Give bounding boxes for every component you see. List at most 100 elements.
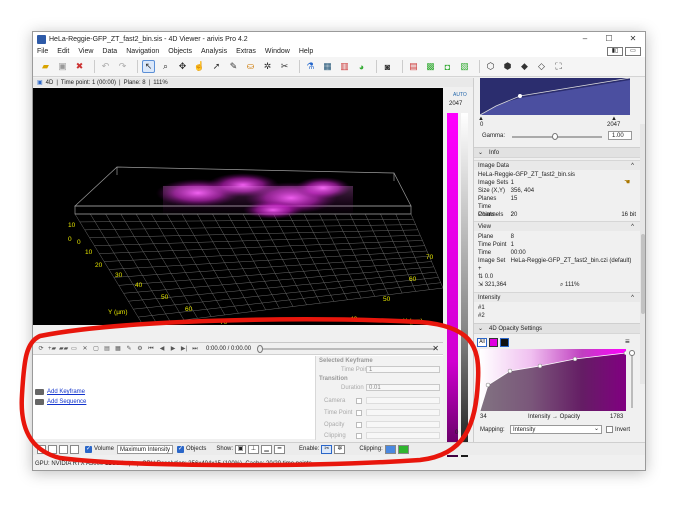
menu-navigation[interactable]: Navigation [126, 48, 159, 55]
movie-icon[interactable]: ▩ [424, 60, 437, 73]
lut-auto-button[interactable]: AUTO [453, 92, 467, 98]
enable-clip-icon[interactable]: ✂ [321, 444, 333, 454]
time-point-field[interactable]: 1 [366, 366, 440, 373]
last-frame-icon[interactable]: ⏭ [191, 345, 199, 353]
opacity-curve-graph[interactable] [480, 349, 626, 411]
table-icon[interactable]: ▦ [321, 60, 334, 73]
close-button[interactable]: ✕ [621, 32, 645, 46]
magic-select-icon[interactable]: ➚ [210, 60, 223, 73]
menu-help[interactable]: Help [299, 48, 313, 55]
info-scrollbar[interactable] [640, 124, 645, 384]
export-image-icon[interactable]: ▤ [407, 60, 420, 73]
animation-close-icon[interactable]: ✕ [432, 344, 439, 353]
color-wheel-icon[interactable]: ◕ [355, 60, 368, 73]
copy-icon[interactable]: ▢ [92, 345, 100, 353]
show-floor-icon[interactable]: ▁ [261, 444, 273, 454]
cube-rotate-icon[interactable]: ⬢ [501, 60, 514, 73]
menu-file[interactable]: File [37, 48, 48, 55]
edit-icon[interactable]: ✎ [125, 345, 133, 353]
channel-magenta-swatch[interactable] [489, 338, 498, 347]
maximize-button[interactable]: ☐ [597, 32, 621, 46]
chart-icon[interactable]: ▥ [338, 60, 351, 73]
layout-single-icon[interactable]: ▭ [625, 47, 641, 56]
minimize-button[interactable]: – [573, 32, 597, 46]
cube-solid-icon[interactable]: ◆ [518, 60, 531, 73]
pan-icon[interactable]: ✥ [176, 60, 189, 73]
gamma-slider-knob[interactable] [552, 133, 558, 140]
mapping-select[interactable]: Intensity [510, 425, 602, 434]
info-icon[interactable] [59, 444, 68, 454]
menu-window[interactable]: Window [265, 48, 290, 55]
add-keyframe-link[interactable]: Add Keyframe [35, 389, 85, 395]
play-icon[interactable]: ▶ [169, 345, 177, 353]
brush-icon[interactable]: ✎ [227, 60, 240, 73]
add-sequence-link[interactable]: Add Sequence [35, 399, 86, 405]
menu-data[interactable]: Data [102, 48, 117, 55]
camera-checkbox[interactable] [356, 398, 362, 404]
volume-mode-select[interactable]: Maximum Intensity [117, 444, 174, 454]
view-header[interactable]: View ^ [474, 221, 640, 231]
camera-icon[interactable]: ◘ [441, 60, 454, 73]
viewport-3d[interactable]: 10 0 0 10 20 30 40 50 60 70 70 60 50 40 … [33, 88, 443, 325]
info-scrollbar-thumb[interactable] [641, 234, 645, 314]
redo-icon[interactable]: ↷ [116, 60, 129, 73]
snapshot-icon[interactable]: ◙ [381, 60, 394, 73]
show-scale-icon[interactable]: ━ [274, 444, 286, 454]
first-frame-icon[interactable]: ⏮ [147, 345, 155, 353]
lut-gray-bar[interactable] [461, 113, 468, 468]
pointer-icon[interactable]: ↖ [142, 60, 155, 73]
timeline-slider-knob[interactable] [257, 345, 263, 353]
add-keyframe-icon[interactable]: +▰ [48, 345, 56, 353]
fit-view-icon[interactable]: ⛶ [552, 60, 565, 73]
clipping-green-icon[interactable] [397, 444, 409, 454]
export-icon[interactable]: ▦ [114, 345, 122, 353]
next-frame-icon[interactable]: ▶| [180, 345, 188, 353]
menu-extras[interactable]: Extras [236, 48, 256, 55]
menu-objects[interactable]: Objects [168, 48, 192, 55]
info-section-header[interactable]: ⌄ Info [474, 147, 640, 158]
cube-frame-icon[interactable]: ◇ [535, 60, 548, 73]
close-doc-icon[interactable]: ✖ [73, 60, 86, 73]
camera-dropdown[interactable] [366, 397, 440, 404]
opacity-slider-knob[interactable] [629, 350, 635, 356]
film-icon[interactable]: ▧ [458, 60, 471, 73]
add-keyframe-text[interactable]: Add Keyframe [47, 389, 85, 395]
volume-checkbox[interactable]: ✓ [85, 445, 92, 453]
clipping-blue-icon[interactable] [384, 444, 396, 454]
fill-icon[interactable]: ⛀ [244, 60, 257, 73]
opacity-vertical-slider[interactable] [629, 350, 635, 408]
time-point-dropdown[interactable] [366, 409, 440, 416]
opacity-section-header[interactable]: ⌄ 4D Opacity Settings [474, 323, 640, 334]
save-icon[interactable]: ▣ [56, 60, 69, 73]
flask-icon[interactable]: ⚗ [304, 60, 317, 73]
gamma-slider[interactable] [512, 133, 602, 140]
show-box-icon[interactable]: ▣ [235, 444, 247, 454]
measure-icon[interactable]: ✂ [278, 60, 291, 73]
open-folder-icon[interactable]: ▰ [39, 60, 52, 73]
cube-view-icon[interactable] [48, 444, 57, 454]
record-icon[interactable]: ▤ [103, 345, 111, 353]
settings-icon[interactable]: ⚙ [136, 345, 144, 353]
add-sequence-icon[interactable]: ▰▰ [59, 345, 68, 353]
image-data-header[interactable]: Image Data ^ [474, 160, 640, 170]
reset-icon[interactable]: ⟳ [37, 345, 45, 353]
tracking-icon[interactable]: ✲ [261, 60, 274, 73]
zoom-icon[interactable]: ⌕ [159, 60, 172, 73]
invert-checkbox[interactable] [606, 426, 613, 433]
clipping-dropdown[interactable] [366, 432, 440, 439]
hand-icon[interactable]: ☚ [624, 178, 630, 186]
delete-icon[interactable]: ✕ [81, 345, 89, 353]
all-channels-toggle[interactable]: All [477, 338, 487, 347]
layout-split-icon[interactable]: ▮▯ [607, 47, 623, 56]
select-icon[interactable]: ☝ [193, 60, 206, 73]
screen-icon[interactable] [70, 444, 79, 454]
show-axes-icon[interactable]: ⊥ [248, 444, 260, 454]
menu-edit[interactable]: Edit [57, 48, 69, 55]
menu-view[interactable]: View [78, 48, 93, 55]
prev-frame-icon[interactable]: ◀ [158, 345, 166, 353]
grid-icon[interactable] [37, 444, 46, 454]
opacity-checkbox[interactable] [356, 422, 362, 428]
menu-analysis[interactable]: Analysis [201, 48, 227, 55]
clipping-checkbox[interactable] [356, 433, 362, 439]
menu-icon[interactable]: ≡ [625, 337, 630, 346]
